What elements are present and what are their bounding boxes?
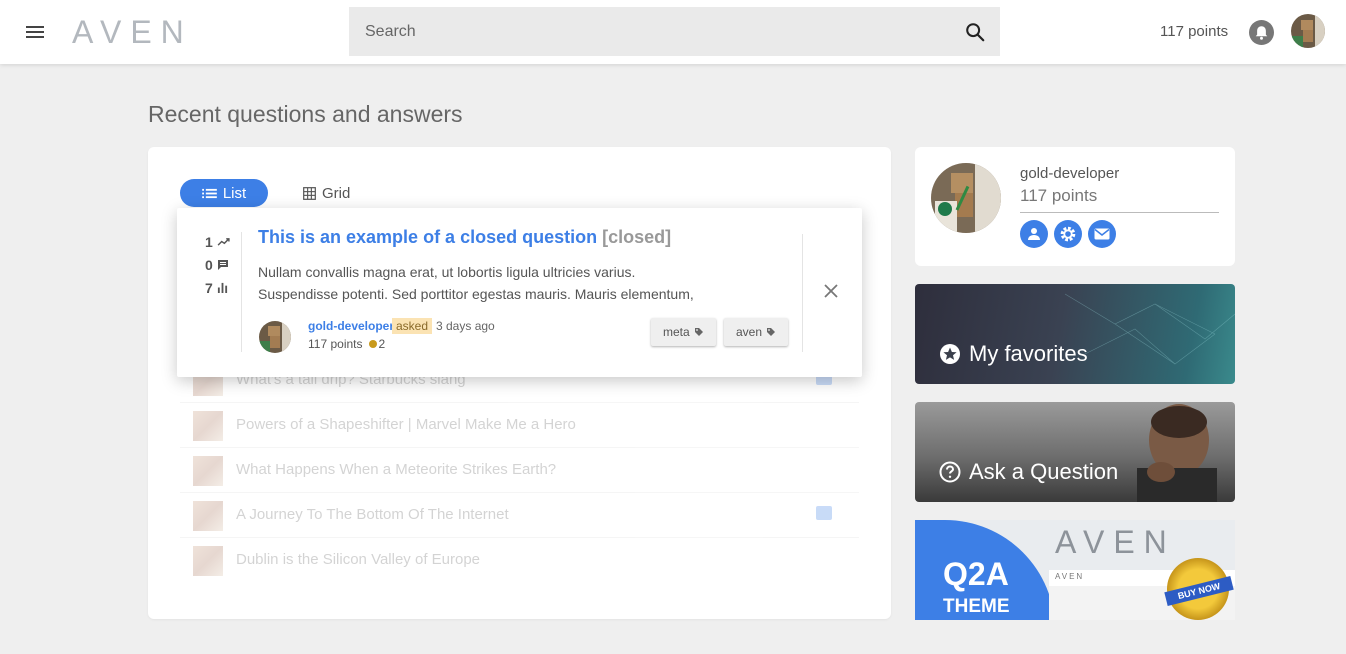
question-title[interactable]: Powers of a Shapeshifter | Marvel Make M… [236, 416, 576, 433]
question-list: What's a tall drip? Starbucks slang Powe… [180, 358, 859, 583]
search-input[interactable] [349, 7, 1000, 56]
profile-avatar[interactable] [931, 163, 1001, 233]
author-name-link[interactable]: gold-developer [308, 319, 394, 333]
my-favorites-banner[interactable]: My favorites [915, 284, 1235, 384]
hamburger-menu-icon[interactable] [22, 18, 50, 46]
theme-promo-banner[interactable]: Q2A THEME AVEN AVEN BUY NOW [915, 520, 1235, 620]
settings-button[interactable] [1054, 220, 1082, 248]
list-item[interactable]: Dublin is the Silicon Valley of Europe [180, 538, 859, 583]
mail-icon [1094, 228, 1110, 240]
list-item[interactable]: Powers of a Shapeshifter | Marvel Make M… [180, 403, 859, 448]
ask-label: Ask a Question [939, 459, 1118, 485]
asked-badge: asked [392, 318, 433, 334]
tab-list-label: List [222, 184, 247, 202]
answers-count: 0 [205, 256, 213, 273]
messages-button[interactable] [1088, 220, 1116, 248]
close-icon[interactable] [822, 282, 840, 300]
views-stat: 7 [205, 276, 245, 299]
list-icon [201, 188, 217, 198]
votes-stat: 1 [205, 230, 245, 253]
promo-logo: AVEN [1055, 524, 1176, 560]
list-item[interactable]: A Journey To The Bottom Of The Internet [180, 493, 859, 538]
question-excerpt: Nullam convallis magna erat, ut lobortis… [258, 261, 718, 305]
votes-count: 1 [205, 233, 213, 250]
favorites-text: My favorites [969, 341, 1088, 366]
answers-chat-icon [816, 506, 832, 520]
star-icon [940, 344, 960, 364]
author-avatar[interactable] [259, 321, 291, 353]
divider [802, 234, 803, 352]
user-avatar[interactable] [1291, 14, 1325, 48]
gear-icon [1060, 226, 1076, 242]
profile-points: 117 points [1020, 186, 1098, 205]
tab-grid-view[interactable]: Grid [303, 179, 350, 207]
tag-label: meta [663, 325, 690, 339]
tag-icon [767, 328, 776, 336]
tab-grid-label: Grid [322, 184, 351, 202]
trending-up-icon [217, 238, 230, 246]
search-icon[interactable] [964, 21, 986, 43]
bar-chart-icon [217, 282, 227, 293]
site-logo[interactable]: AVEN [72, 14, 193, 51]
question-stats: 1 0 7 [205, 230, 245, 299]
profile-button[interactable] [1020, 220, 1048, 248]
thinking-man-image [1137, 404, 1217, 502]
question-timestamp: 3 days ago [436, 319, 495, 333]
user-points: 117 points [1160, 23, 1229, 40]
author-points: 117 points 2 [308, 337, 385, 351]
question-title-text: This is an example of a closed question [258, 227, 598, 247]
closed-label: [closed] [602, 227, 672, 247]
grid-icon [303, 186, 316, 200]
question-title-link[interactable]: This is an example of a closed question … [258, 227, 671, 248]
question-thumbnail [193, 546, 223, 576]
tag-aven[interactable]: aven [724, 318, 789, 346]
answers-stat: 0 [205, 253, 245, 276]
tag-label: aven [736, 325, 763, 339]
gold-badge-icon [368, 340, 377, 348]
user-icon [1028, 228, 1040, 240]
views-count: 7 [205, 279, 213, 296]
help-circle-icon [939, 461, 961, 483]
page-title: Recent questions and answers [148, 101, 463, 127]
tag-meta[interactable]: meta [651, 318, 716, 346]
list-item[interactable]: What Happens When a Meteorite Strikes Ea… [180, 448, 859, 493]
ask-text: Ask a Question [969, 459, 1119, 484]
tab-list-view[interactable]: List [180, 179, 268, 207]
question-thumbnail [193, 411, 223, 441]
gold-badge-count: 2 [378, 337, 386, 351]
question-thumbnail [193, 501, 223, 531]
promo-q2a-text: Q2A [943, 556, 1009, 592]
author-points-text: 117 points [308, 337, 363, 351]
profile-name[interactable]: gold-developer [1020, 165, 1119, 182]
excerpt-line: Suspendisse potenti. Sed porttitor egest… [258, 286, 694, 302]
notifications-bell-icon[interactable] [1249, 20, 1274, 45]
search-bar [349, 7, 1000, 56]
top-bar: AVEN 117 points [0, 0, 1346, 64]
profile-card: gold-developer 117 points [915, 147, 1235, 266]
question-preview-popup: 1 0 7 This is an example of a closed que… [177, 208, 862, 377]
question-title[interactable]: Dublin is the Silicon Valley of Europe [236, 551, 480, 568]
question-thumbnail [193, 456, 223, 486]
favorites-label: My favorites [939, 341, 1088, 367]
promo-strip-logo: AVEN [1055, 572, 1085, 581]
tag-icon [694, 328, 703, 336]
question-title[interactable]: What Happens When a Meteorite Strikes Ea… [236, 461, 556, 478]
divider [1020, 212, 1219, 213]
question-title[interactable]: A Journey To The Bottom Of The Internet [236, 506, 509, 523]
ask-question-banner[interactable]: Ask a Question [915, 402, 1235, 502]
network-pattern-icon [1064, 293, 1235, 365]
excerpt-line: Nullam convallis magna erat, ut lobortis… [258, 264, 636, 280]
comment-icon [217, 259, 228, 270]
promo-theme-text: THEME [943, 596, 1010, 617]
divider [241, 232, 242, 352]
